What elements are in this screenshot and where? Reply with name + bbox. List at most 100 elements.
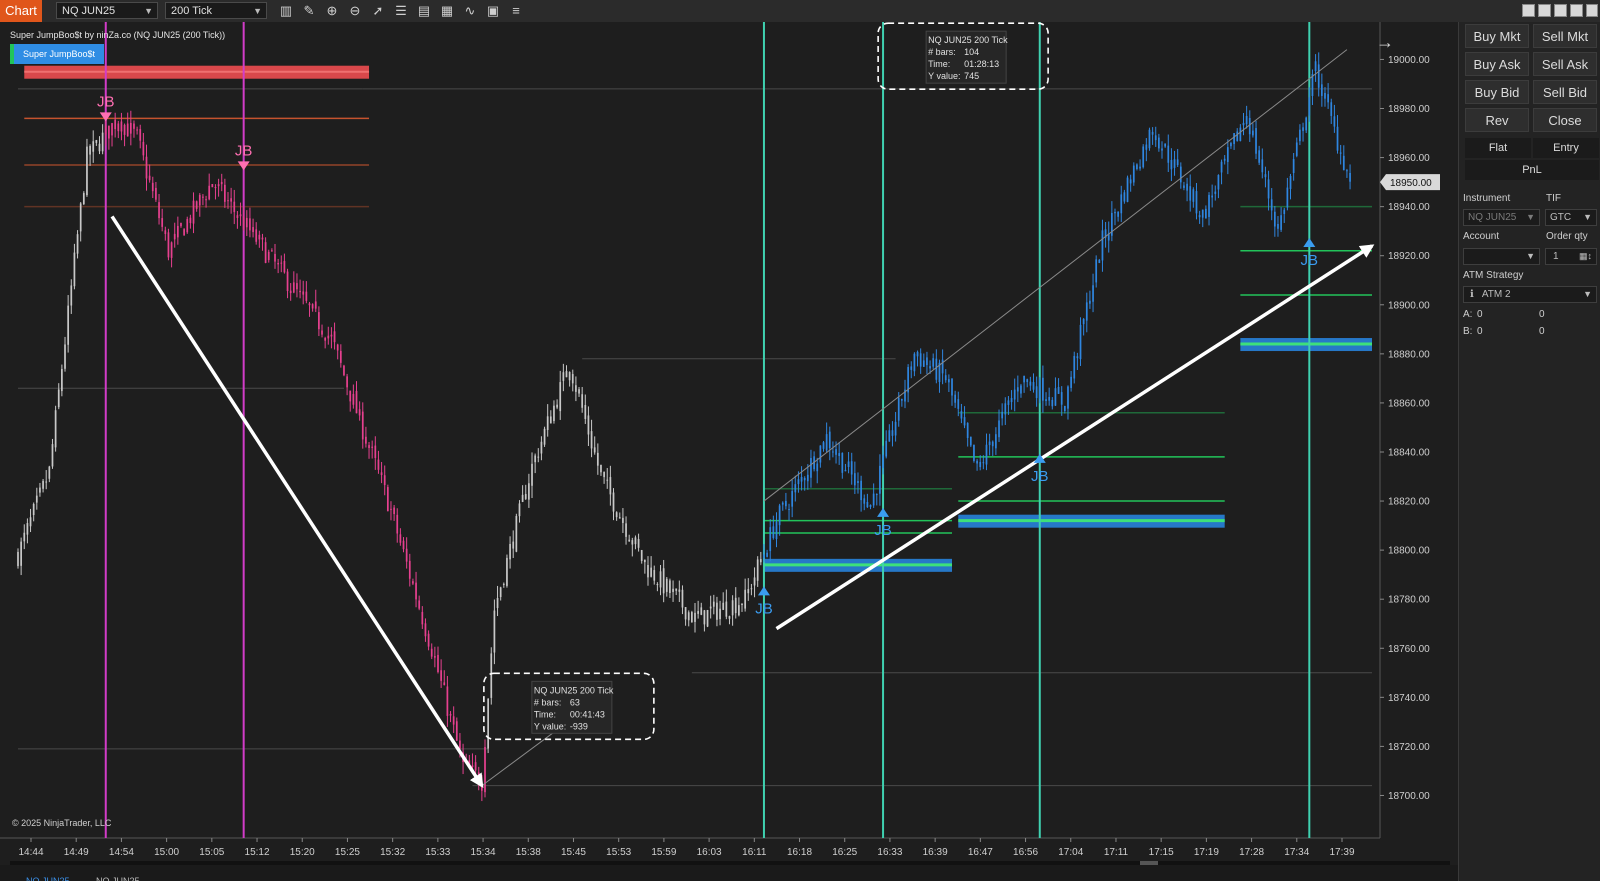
candle-body (1154, 135, 1157, 141)
tif-select[interactable]: GTC ▼ (1545, 209, 1597, 226)
candle-body (932, 358, 935, 367)
tab-chart-1[interactable]: NQ JUN25 (26, 874, 70, 881)
candle-body (785, 500, 787, 507)
candle-body (744, 589, 747, 609)
data-box-icon[interactable]: ▤ (416, 3, 432, 19)
atm-strategy-select[interactable]: ℹ ATM 2 ▼ (1463, 286, 1597, 303)
zoom-out-icon[interactable]: ⊖ (347, 3, 363, 19)
candle-body (427, 633, 430, 647)
candle-body (863, 498, 866, 504)
flat-tab[interactable]: Flat (1465, 138, 1531, 158)
candle-body (176, 225, 179, 238)
maximize-icon[interactable] (1554, 4, 1567, 17)
candle-body (126, 123, 129, 137)
jb-signal-label: JB (1031, 468, 1049, 485)
candle-body (875, 494, 878, 496)
order-qty-input[interactable]: 1 ▦↕ (1545, 248, 1597, 265)
candle-body (202, 196, 204, 198)
tile-icon[interactable] (1570, 4, 1583, 17)
candle-body (1248, 117, 1251, 135)
measure-time-label: Time: (928, 59, 950, 69)
candle-body (1267, 179, 1270, 199)
candle-body (926, 357, 928, 366)
candle-body (985, 444, 988, 465)
chart-menu-button[interactable]: Chart (0, 0, 42, 22)
info-icon[interactable]: ℹ (1468, 289, 1482, 300)
buy-market-button[interactable]: Buy Mkt (1465, 24, 1529, 48)
interval-value: 200 Tick (171, 5, 212, 17)
tif-select-value: GTC (1550, 212, 1572, 223)
candle-body (1342, 155, 1345, 171)
sell-market-button[interactable]: Sell Mkt (1533, 24, 1597, 48)
candle-body (211, 184, 214, 188)
candle-body (1336, 126, 1339, 151)
pointer-icon[interactable]: ➚ (370, 3, 386, 19)
reverse-button[interactable]: Rev (1465, 108, 1529, 132)
price-chart[interactable]: 18700.00 18720.00 18740.00 18760.00 18780.00… (0, 22, 1458, 865)
candle-body (271, 250, 273, 252)
list-icon[interactable]: ≡ (508, 3, 524, 19)
y-tick-label: 18760.00 (1388, 644, 1430, 655)
candle-body (1020, 385, 1022, 394)
indicators-icon[interactable]: ∿ (462, 3, 478, 19)
candle-body (819, 445, 822, 463)
candle-body (763, 554, 765, 559)
entry-tab[interactable]: Entry (1533, 138, 1599, 158)
candle-body (684, 607, 687, 620)
candle-body (637, 538, 640, 548)
qty-stepper-icon[interactable]: ▦↕ (1579, 249, 1592, 264)
candle-body (969, 436, 972, 446)
sell-ask-button[interactable]: Sell Ask (1533, 52, 1597, 76)
buy-ask-button[interactable]: Buy Ask (1465, 52, 1529, 76)
scroll-to-end-icon[interactable]: → (1376, 32, 1394, 53)
buy-bid-button[interactable]: Buy Bid (1465, 80, 1529, 104)
indicator-toggle-button[interactable]: Super JumpBoo$t (10, 44, 104, 64)
interval-selector[interactable]: 200 Tick ▼ (165, 2, 267, 19)
candle-body (998, 420, 1000, 438)
candle-body (139, 129, 142, 141)
candle-body (108, 125, 110, 139)
candle-body (719, 608, 721, 620)
candle-body (1195, 191, 1198, 214)
candle-body (358, 409, 361, 416)
measure-title: NQ JUN25 200 Tick (534, 685, 614, 695)
account-label: Account (1463, 231, 1500, 242)
candle-body (853, 473, 856, 486)
candle-body (982, 462, 985, 464)
candle-body (596, 452, 599, 466)
strategies-icon[interactable]: ▦ (439, 3, 455, 19)
tab-chart-2[interactable]: NQ JUN25 ... (96, 874, 150, 881)
properties-icon[interactable]: ☰ (393, 3, 409, 19)
measure-time-label: Time: (534, 709, 556, 719)
sell-bid-button[interactable]: Sell Bid (1533, 80, 1597, 104)
zoom-in-icon[interactable]: ⊕ (324, 3, 340, 19)
pencil-icon[interactable]: ✎ (301, 3, 317, 19)
instrument-select[interactable]: NQ JUN25 ▼ (1463, 209, 1540, 226)
candle-body (1051, 399, 1054, 407)
candle-body (321, 330, 323, 335)
candle-body (1324, 92, 1326, 99)
candle-body (869, 504, 872, 507)
candle-body (493, 610, 496, 653)
restore-icon[interactable] (1538, 4, 1551, 17)
candle-body (42, 480, 44, 489)
candle-body (67, 305, 70, 345)
chart-background (0, 22, 1458, 865)
candle-body (766, 552, 768, 557)
minimize-icon[interactable] (1522, 4, 1535, 17)
candle-body (183, 229, 185, 236)
candle-body (841, 452, 844, 473)
x-tick-label: 16:47 (968, 847, 993, 858)
x-tick-label: 16:39 (923, 847, 948, 858)
instrument-selector[interactable]: NQ JUN25 ▼ (56, 2, 158, 19)
candle-body (437, 654, 439, 672)
candle-body (111, 123, 113, 136)
account-select[interactable]: ▼ (1463, 248, 1540, 265)
bar-type-icon[interactable]: ▥ (278, 3, 294, 19)
candle-body (593, 447, 596, 453)
close-position-button[interactable]: Close (1533, 108, 1597, 132)
templates-icon[interactable]: ▣ (485, 3, 501, 19)
close-icon[interactable] (1586, 4, 1598, 17)
y-tick-label: 18820.00 (1388, 497, 1430, 508)
price-axis (1380, 22, 1458, 865)
